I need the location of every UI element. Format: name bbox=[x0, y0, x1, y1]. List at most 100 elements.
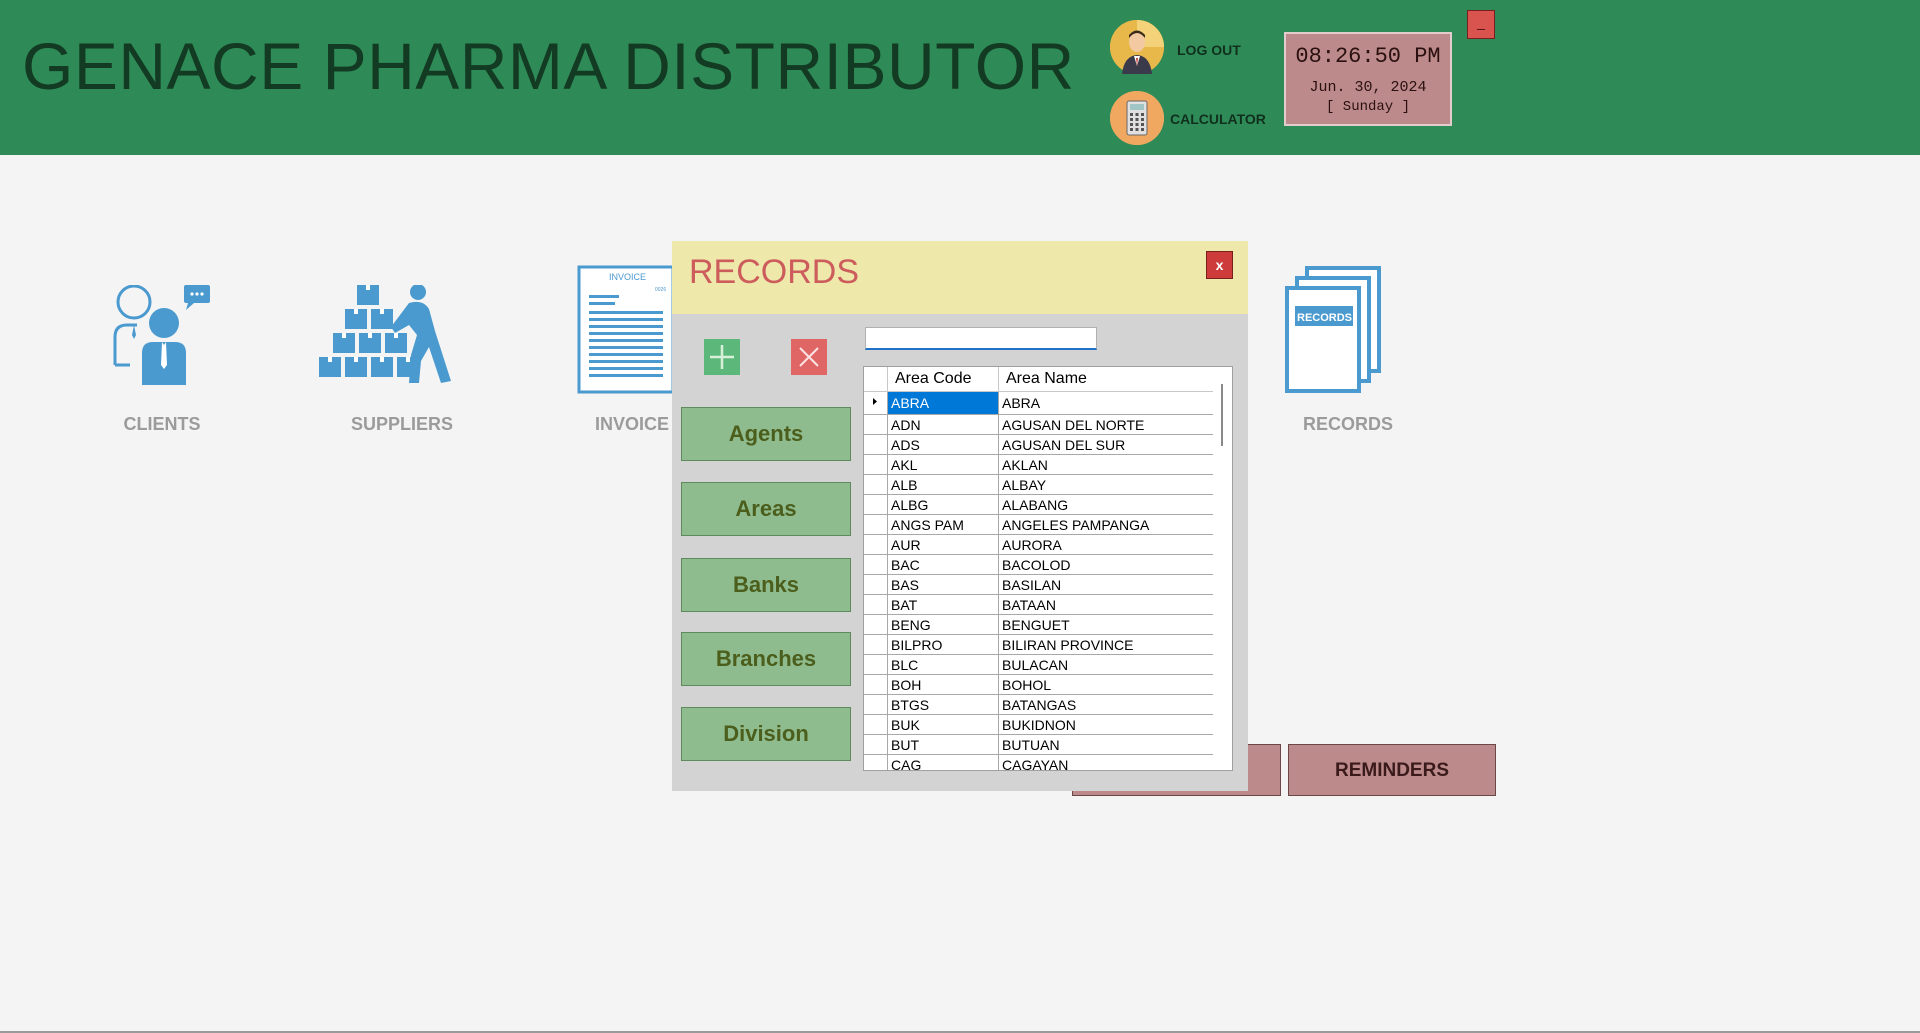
cell-area-name[interactable]: BACOLOD bbox=[998, 554, 1214, 575]
row-header[interactable] bbox=[864, 674, 888, 695]
table-row[interactable]: BAT BATAAN bbox=[864, 594, 1214, 615]
category-agents-button[interactable]: Agents bbox=[681, 407, 851, 461]
table-row[interactable]: BAC BACOLOD bbox=[864, 554, 1214, 575]
cell-area-code[interactable]: BAS bbox=[887, 574, 999, 595]
cell-area-code[interactable]: ALBG bbox=[887, 494, 999, 515]
table-row[interactable]: AKL AKLAN bbox=[864, 454, 1214, 475]
cell-area-name[interactable]: BUKIDNON bbox=[998, 714, 1214, 735]
table-row[interactable]: ANGS PAM ANGELES PAMPANGA bbox=[864, 514, 1214, 535]
dialog-close-button[interactable]: x bbox=[1206, 251, 1233, 279]
cell-area-name[interactable]: BUTUAN bbox=[998, 734, 1214, 755]
table-row[interactable]: BLC BULACAN bbox=[864, 654, 1214, 675]
cell-area-code[interactable]: ADN bbox=[887, 414, 999, 435]
table-row[interactable]: AUR AURORA bbox=[864, 534, 1214, 555]
cell-area-name[interactable]: BOHOL bbox=[998, 674, 1214, 695]
cell-area-name[interactable]: AKLAN bbox=[998, 454, 1214, 475]
table-row[interactable]: BUK BUKIDNON bbox=[864, 714, 1214, 735]
table-row[interactable]: ADS AGUSAN DEL SUR bbox=[864, 434, 1214, 455]
column-header-area-name[interactable]: Area Name bbox=[998, 367, 1214, 392]
row-header[interactable] bbox=[864, 594, 888, 615]
cell-area-code[interactable]: ADS bbox=[887, 434, 999, 455]
cell-area-code[interactable]: ALB bbox=[887, 474, 999, 495]
table-row[interactable]: BAS BASILAN bbox=[864, 574, 1214, 595]
cell-area-code[interactable]: BENG bbox=[887, 614, 999, 635]
minimize-button[interactable]: _ bbox=[1467, 10, 1495, 39]
cell-area-code[interactable]: AUR bbox=[887, 534, 999, 555]
cell-area-code[interactable]: BOH bbox=[887, 674, 999, 695]
row-header[interactable] bbox=[864, 454, 888, 475]
cell-area-code[interactable]: BAT bbox=[887, 594, 999, 615]
table-row[interactable]: BOH BOHOL bbox=[864, 674, 1214, 695]
cell-area-code[interactable]: BLC bbox=[887, 654, 999, 675]
cell-area-code[interactable]: BUK bbox=[887, 714, 999, 735]
app-title: GENACE PHARMA DISTRIBUTOR bbox=[22, 29, 1075, 103]
category-banks-button[interactable]: Banks bbox=[681, 558, 851, 612]
cell-area-name[interactable]: BATAAN bbox=[998, 594, 1214, 615]
records-search-input[interactable] bbox=[865, 327, 1097, 350]
row-header[interactable] bbox=[864, 574, 888, 595]
table-row[interactable]: ALBG ALABANG bbox=[864, 494, 1214, 515]
cell-area-name[interactable]: BENGUET bbox=[998, 614, 1214, 635]
cell-area-name[interactable]: BILIRAN PROVINCE bbox=[998, 634, 1214, 655]
row-header[interactable] bbox=[864, 414, 888, 435]
svg-text:RECORDS: RECORDS bbox=[1297, 312, 1352, 324]
cell-area-code[interactable]: CAG bbox=[887, 754, 999, 770]
cell-area-code[interactable]: ANGS PAM bbox=[887, 514, 999, 535]
cell-area-name[interactable]: ALBAY bbox=[998, 474, 1214, 495]
row-header[interactable] bbox=[864, 534, 888, 555]
cell-area-name[interactable]: BULACAN bbox=[998, 654, 1214, 675]
cell-area-name[interactable]: AGUSAN DEL NORTE bbox=[998, 414, 1214, 435]
table-row[interactable]: CAG CAGAYAN bbox=[864, 754, 1214, 770]
category-areas-button[interactable]: Areas bbox=[681, 482, 851, 536]
cell-area-code[interactable]: BILPRO bbox=[887, 634, 999, 655]
cell-area-name[interactable]: BASILAN bbox=[998, 574, 1214, 595]
row-header[interactable] bbox=[864, 694, 888, 715]
category-division-button[interactable]: Division bbox=[681, 707, 851, 761]
clock-day: [ Sunday ] bbox=[1325, 99, 1410, 115]
cell-area-name[interactable]: ALABANG bbox=[998, 494, 1214, 515]
cell-area-code[interactable]: BTGS bbox=[887, 694, 999, 715]
grid-scrollbar-thumb[interactable] bbox=[1221, 384, 1223, 446]
table-row[interactable]: BTGS BATANGAS bbox=[864, 694, 1214, 715]
row-header[interactable] bbox=[864, 714, 888, 735]
row-header[interactable] bbox=[864, 391, 888, 415]
table-row[interactable]: ABRA ABRA bbox=[864, 391, 1214, 415]
table-row[interactable]: BILPRO BILIRAN PROVINCE bbox=[864, 634, 1214, 655]
cell-area-name[interactable]: BATANGAS bbox=[998, 694, 1214, 715]
row-header[interactable] bbox=[864, 654, 888, 675]
cell-area-code[interactable]: AKL bbox=[887, 454, 999, 475]
cell-area-code[interactable]: BAC bbox=[887, 554, 999, 575]
row-header[interactable] bbox=[864, 614, 888, 635]
delete-record-button[interactable] bbox=[791, 339, 827, 375]
row-header[interactable] bbox=[864, 494, 888, 515]
table-row[interactable]: BENG BENGUET bbox=[864, 614, 1214, 635]
reminders-button[interactable]: REMINDERS bbox=[1288, 744, 1496, 796]
row-header[interactable] bbox=[864, 514, 888, 535]
cell-area-name[interactable]: ABRA bbox=[998, 391, 1214, 415]
table-row[interactable]: ADN AGUSAN DEL NORTE bbox=[864, 414, 1214, 435]
cell-area-code[interactable]: BUT bbox=[887, 734, 999, 755]
row-header[interactable] bbox=[864, 734, 888, 755]
table-row[interactable]: BUT BUTUAN bbox=[864, 734, 1214, 755]
row-header[interactable] bbox=[864, 434, 888, 455]
calculator-icon[interactable] bbox=[1110, 91, 1164, 145]
logout-icon[interactable] bbox=[1110, 20, 1164, 74]
column-header-area-code[interactable]: Area Code bbox=[887, 367, 999, 392]
add-record-button[interactable] bbox=[704, 339, 740, 375]
cell-area-name[interactable]: AURORA bbox=[998, 534, 1214, 555]
tile-records-label: RECORDS bbox=[1302, 414, 1393, 434]
row-header[interactable] bbox=[864, 474, 888, 495]
area-data-grid[interactable]: Area Code Area Name ABRA ABRA ADN AGUSAN DE… bbox=[863, 366, 1233, 771]
cell-area-name[interactable]: ANGELES PAMPANGA bbox=[998, 514, 1214, 535]
cell-area-name[interactable]: CAGAYAN bbox=[998, 754, 1214, 770]
grid-scrollbar[interactable] bbox=[1213, 367, 1232, 770]
cell-area-name[interactable]: AGUSAN DEL SUR bbox=[998, 434, 1214, 455]
cell-area-code[interactable]: ABRA bbox=[887, 391, 999, 415]
row-header[interactable] bbox=[864, 554, 888, 575]
row-header[interactable] bbox=[864, 754, 888, 770]
calculator-label[interactable]: CALCULATOR bbox=[1170, 111, 1266, 127]
table-row[interactable]: ALB ALBAY bbox=[864, 474, 1214, 495]
row-header[interactable] bbox=[864, 634, 888, 655]
logout-label[interactable]: LOG OUT bbox=[1177, 42, 1241, 58]
category-branches-button[interactable]: Branches bbox=[681, 632, 851, 686]
